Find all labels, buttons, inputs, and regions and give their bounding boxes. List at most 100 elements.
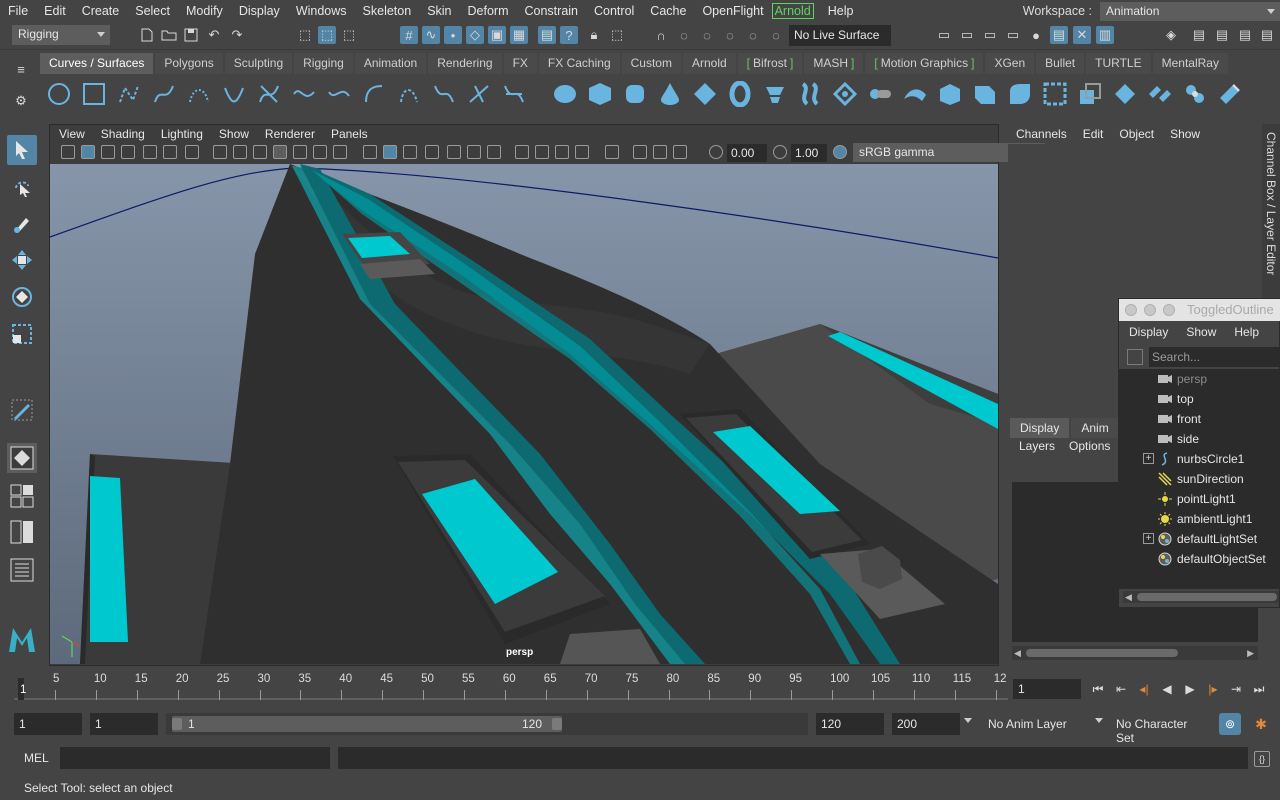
- color-management-icon[interactable]: [833, 145, 847, 159]
- auto-key-icon[interactable]: ⊚: [1219, 713, 1241, 735]
- square-surface-icon[interactable]: [970, 79, 1000, 109]
- attach-surfaces-icon[interactable]: [1110, 79, 1140, 109]
- scroll-right-icon[interactable]: ▶: [1247, 648, 1254, 659]
- shelf-tab-mentalray[interactable]: MentalRay: [1152, 53, 1228, 74]
- shelf-tab-bullet[interactable]: Bullet: [1036, 53, 1085, 74]
- arc-tool-icon[interactable]: [219, 79, 249, 109]
- default-material-icon[interactable]: [403, 145, 417, 159]
- command-language-toggle[interactable]: MEL: [24, 751, 49, 765]
- lasso-tweak-icon[interactable]: ◌: [767, 26, 785, 44]
- play-backwards-icon[interactable]: ◀: [1157, 680, 1177, 698]
- render-settings-icon[interactable]: ▭: [1004, 26, 1022, 44]
- new-scene-icon[interactable]: [138, 26, 156, 44]
- extend-curve-icon[interactable]: [429, 79, 459, 109]
- outliner-menu-show[interactable]: Show: [1177, 325, 1225, 339]
- revolve-icon[interactable]: [760, 79, 790, 109]
- outliner-item[interactable]: + nurbsCircle1: [1119, 449, 1280, 469]
- xray-icon[interactable]: [633, 145, 647, 159]
- select-tool-icon[interactable]: [7, 135, 37, 165]
- shelf-menu-icon[interactable]: ≡: [12, 60, 30, 78]
- motion-blur-icon[interactable]: [535, 145, 549, 159]
- use-all-lights-icon[interactable]: [467, 145, 481, 159]
- menu-skin[interactable]: Skin: [419, 4, 459, 18]
- shelf-tab-curves-surfaces[interactable]: Curves / Surfaces: [40, 53, 154, 74]
- smooth-shade-icon[interactable]: [383, 145, 397, 159]
- shelf-tab-mash[interactable]: MASH: [804, 53, 864, 74]
- range-end-grip[interactable]: [552, 718, 562, 730]
- layer-scroll-thumb[interactable]: [1026, 649, 1178, 657]
- menu-file[interactable]: File: [0, 4, 36, 18]
- shelf-tab-rigging[interactable]: Rigging: [294, 53, 353, 74]
- menuset-dropdown[interactable]: Rigging: [12, 25, 110, 45]
- pencil-curve-icon[interactable]: [149, 79, 179, 109]
- nurbs-plane-icon[interactable]: [690, 79, 720, 109]
- exposure-field[interactable]: 0.00: [727, 144, 767, 162]
- mel-command-input[interactable]: [60, 747, 330, 769]
- cube-toggle-icon[interactable]: ◈: [1162, 26, 1180, 44]
- lasso-mask-icon[interactable]: ◌: [744, 26, 762, 44]
- redo-icon[interactable]: ↷: [228, 26, 246, 44]
- save-scene-icon[interactable]: [182, 26, 200, 44]
- show-panels-icon[interactable]: ▤: [1190, 26, 1208, 44]
- snap-grid-icon[interactable]: #: [400, 26, 418, 44]
- outliner-search-input[interactable]: Search...: [1149, 347, 1280, 367]
- outliner-item[interactable]: + defaultLightSet: [1119, 529, 1280, 549]
- textured-icon[interactable]: [447, 145, 461, 159]
- camera-attributes-icon[interactable]: [61, 145, 75, 159]
- attach-curve-icon[interactable]: [324, 79, 354, 109]
- menu-display[interactable]: Display: [231, 4, 288, 18]
- expand-icon[interactable]: +: [1143, 533, 1154, 544]
- outliner-horizontal-scrollbar[interactable]: ◀: [1123, 591, 1279, 603]
- outliner-toggle-icon[interactable]: [7, 555, 37, 585]
- scroll-left-icon[interactable]: ◀: [1014, 648, 1021, 659]
- extrude-icon[interactable]: [865, 79, 895, 109]
- shelf-tab-turtle[interactable]: TURTLE: [1086, 53, 1151, 74]
- zoom-window-button[interactable]: [1163, 304, 1175, 316]
- outliner-item[interactable]: ambientLight1: [1119, 509, 1280, 529]
- nurbs-cone-icon[interactable]: [655, 79, 685, 109]
- last-tool-used-icon[interactable]: [7, 395, 37, 425]
- bevel-plus-icon[interactable]: [1040, 79, 1070, 109]
- menu-cache[interactable]: Cache: [642, 4, 694, 18]
- search-filter-icon[interactable]: [1127, 349, 1143, 365]
- viewport-menu-show[interactable]: Show: [211, 127, 257, 141]
- arnold-render-icon[interactable]: ▤: [1050, 26, 1068, 44]
- range-slider-handle[interactable]: 1 120: [172, 716, 562, 732]
- ipr-render-icon[interactable]: ▭: [981, 26, 999, 44]
- paint-select-tool-icon[interactable]: [7, 209, 37, 239]
- rebuild-curve-icon[interactable]: [359, 79, 389, 109]
- hypershade-icon[interactable]: ●: [1027, 26, 1045, 44]
- channel-menu-channels[interactable]: Channels: [1008, 127, 1075, 141]
- viewport-menu-view[interactable]: View: [51, 127, 93, 141]
- current-frame-field[interactable]: 1: [1013, 679, 1081, 699]
- history-icon[interactable]: ▤: [538, 26, 556, 44]
- field-chart-icon[interactable]: [273, 145, 287, 159]
- magnet-icon[interactable]: ∩: [652, 26, 670, 44]
- start-time-field[interactable]: 1: [14, 713, 82, 735]
- viewport-menu-lighting[interactable]: Lighting: [153, 127, 211, 141]
- playback-start-field[interactable]: 1: [90, 713, 158, 735]
- go-to-start-icon[interactable]: ⏮: [1088, 680, 1108, 698]
- outliner-item[interactable]: persp: [1119, 369, 1280, 389]
- outliner-item[interactable]: side: [1119, 429, 1280, 449]
- channel-box-toggle-icon[interactable]: ▤: [1258, 26, 1276, 44]
- screen-space-ao-icon[interactable]: [515, 145, 529, 159]
- render-view-icon[interactable]: ▭: [935, 26, 953, 44]
- scale-tool-icon[interactable]: [7, 319, 37, 349]
- menu-deform[interactable]: Deform: [460, 4, 517, 18]
- wireframe-icon[interactable]: [363, 145, 377, 159]
- scroll-left-icon[interactable]: ◀: [1125, 592, 1132, 603]
- play-forwards-icon[interactable]: ▶: [1180, 680, 1200, 698]
- select-lock-icon[interactable]: ⬚: [608, 26, 626, 44]
- go-to-end-icon[interactable]: ⏭: [1249, 680, 1269, 698]
- shelf-tab-polygons[interactable]: Polygons: [155, 53, 223, 74]
- menu-arnold[interactable]: Arnold: [771, 3, 814, 19]
- character-set-dropdown[interactable]: No Character Set: [1110, 713, 1214, 745]
- viewport-menu-shading[interactable]: Shading: [93, 127, 153, 141]
- step-back-frame-icon[interactable]: ◂|: [1134, 680, 1154, 698]
- single-perspective-view-icon[interactable]: [7, 443, 37, 473]
- outliner-scroll-thumb[interactable]: [1137, 593, 1277, 601]
- channel-menu-edit[interactable]: Edit: [1075, 127, 1112, 141]
- shelf-tab-arnold[interactable]: Arnold: [682, 53, 736, 74]
- exposure-icon[interactable]: [709, 145, 723, 159]
